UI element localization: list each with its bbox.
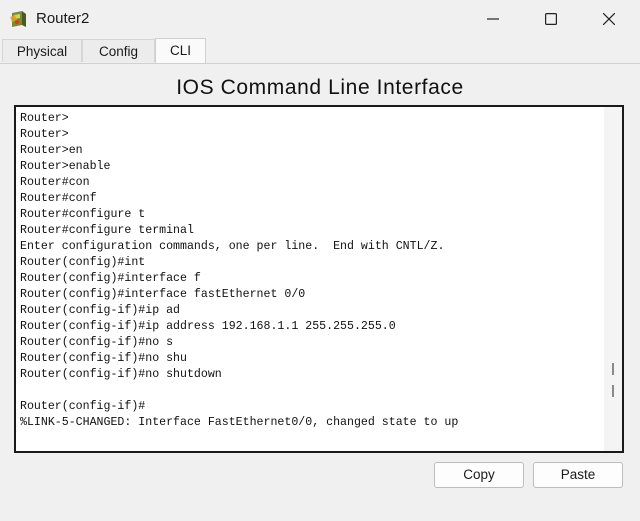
terminal-line: Router>enable (20, 160, 111, 173)
terminal-line: Router(config)#interface fastEthernet 0/… (20, 288, 306, 301)
maximize-button[interactable] (522, 0, 580, 38)
minimize-button[interactable] (464, 0, 522, 38)
close-button[interactable] (580, 0, 638, 38)
terminal-line: Router#configure terminal (20, 224, 194, 237)
terminal-line: Router(config)#interface f (20, 272, 201, 285)
paste-button[interactable]: Paste (533, 462, 623, 488)
terminal-line: Router(config-if)#no shutdown (20, 368, 222, 381)
terminal-line: Router#conf (20, 192, 97, 205)
terminal-line: Router>en (20, 144, 83, 157)
terminal-line: Router(config-if)#no shu (20, 352, 187, 365)
terminal-line: %LINK-5-CHANGED: Interface FastEthernet0… (20, 416, 459, 429)
terminal-line: Router(config)#int (20, 256, 146, 269)
terminal-line: Router(config-if)#ip ad (20, 304, 181, 317)
copy-button[interactable]: Copy (434, 462, 524, 488)
close-icon (603, 13, 615, 25)
tab-physical[interactable]: Physical (2, 39, 82, 62)
terminal-line: Enter configuration commands, one per li… (20, 240, 445, 253)
terminal-line: Router(config-if)# (20, 400, 146, 413)
terminal-output[interactable]: Router> Router> Router>en Router>enable Rout… (20, 111, 600, 447)
maximize-icon (545, 13, 557, 25)
tab-cli[interactable]: CLI (155, 38, 206, 63)
terminal-line: Router(config-if)#ip address 192.168.1.1… (20, 320, 396, 333)
cli-terminal[interactable]: Router> Router> Router>en Router>enable Rout… (14, 105, 624, 453)
terminal-line: Router(config-if)#no s (20, 336, 174, 349)
tab-config[interactable]: Config (82, 39, 155, 62)
panel-heading: IOS Command Line Interface (176, 76, 464, 99)
title-bar: Router2 (0, 0, 640, 38)
terminal-scrollbar[interactable] (604, 107, 622, 451)
minimize-icon (487, 18, 499, 20)
window-title: Router2 (36, 10, 90, 27)
terminal-line: Router#con (20, 176, 90, 189)
terminal-line: Router> (20, 128, 69, 141)
router-app-icon (10, 11, 26, 27)
scrollbar-thumb[interactable] (612, 363, 615, 397)
terminal-line: Router> (20, 112, 69, 125)
tab-bar: Physical Config CLI (0, 38, 640, 64)
terminal-line: Router#configure t (20, 208, 146, 221)
cli-panel: IOS Command Line Interface Router> Router… (0, 64, 640, 521)
